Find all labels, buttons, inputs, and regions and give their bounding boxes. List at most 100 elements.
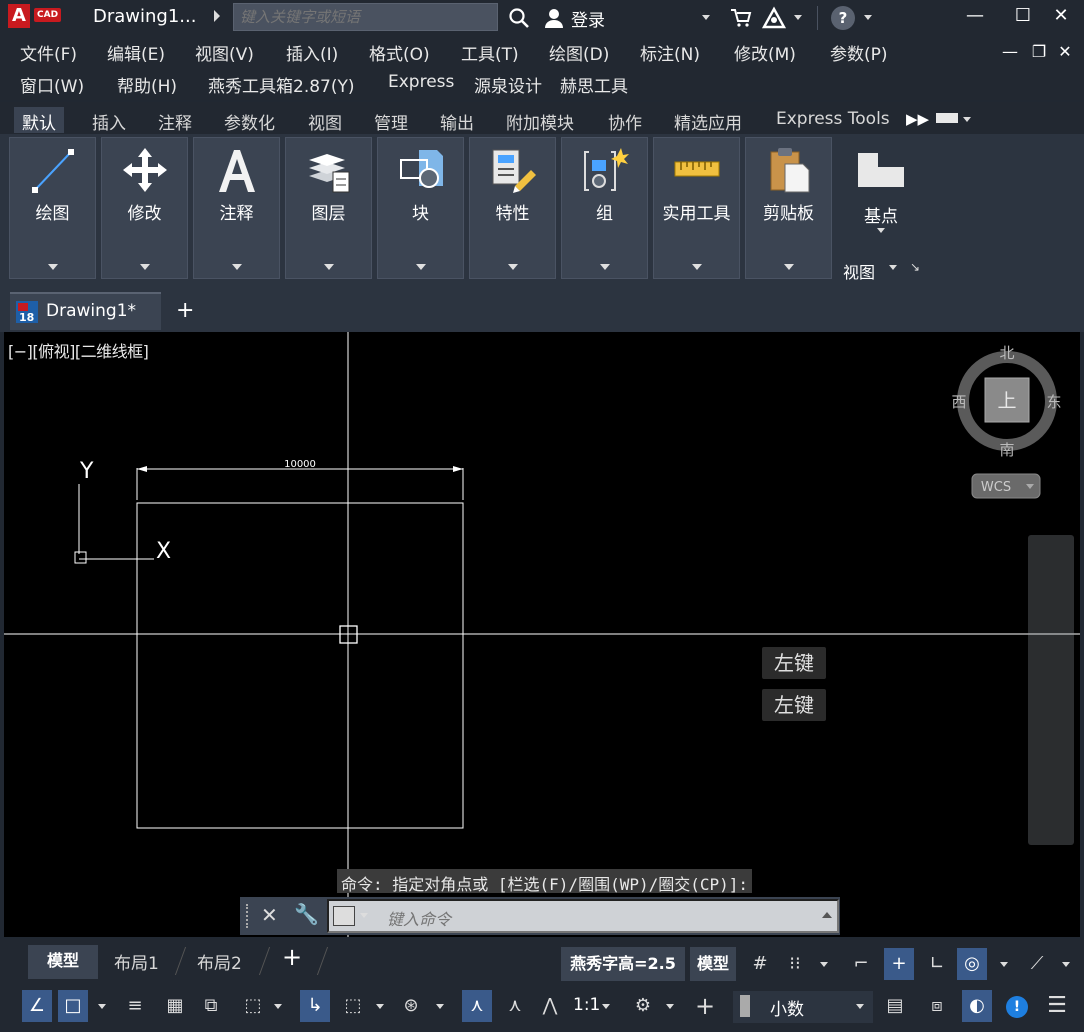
annotation-scale-value[interactable]: 1:1: [573, 995, 600, 1015]
auto-scale-icon[interactable]: ⋏: [500, 990, 530, 1022]
panel-modify-dropdown-icon[interactable]: [139, 264, 150, 270]
doc-close-button[interactable]: ✕: [1050, 40, 1080, 66]
app-logo[interactable]: A CAD: [4, 3, 66, 29]
panel-clipboard-dropdown-icon[interactable]: [783, 264, 794, 270]
title-arrow-icon[interactable]: [214, 10, 220, 22]
view-panel-launcher-icon[interactable]: ↘: [910, 260, 920, 274]
panel-annotate[interactable]: 注释: [193, 137, 280, 279]
tab-express-tools[interactable]: Express Tools: [768, 107, 898, 133]
tab-insert[interactable]: 插入: [84, 107, 134, 134]
panel-properties[interactable]: 特性: [469, 137, 556, 279]
dynamic-ucs-icon[interactable]: ↳: [300, 990, 330, 1022]
menu-edit[interactable]: 编辑(E): [107, 40, 195, 65]
tab-featured-apps[interactable]: 精选应用: [666, 107, 750, 134]
gizmo-dropdown-icon[interactable]: [436, 1004, 444, 1009]
model-space-button[interactable]: 模型: [690, 947, 736, 981]
object-snap-dropdown-icon[interactable]: [98, 1004, 106, 1009]
navigation-bar[interactable]: [1028, 535, 1074, 845]
tab-overflow-icon[interactable]: ▶▶: [906, 110, 929, 128]
polar-icon[interactable]: ◎: [957, 948, 987, 980]
menu-tools[interactable]: 工具(T): [461, 40, 549, 65]
panel-properties-dropdown-icon[interactable]: [507, 264, 518, 270]
snap-dropdown-icon[interactable]: [820, 962, 828, 967]
cart-icon[interactable]: [730, 8, 752, 28]
menu-icon[interactable]: ☰: [1042, 990, 1072, 1022]
isolate-objects-icon[interactable]: ◐: [962, 990, 992, 1022]
a360-dropdown-icon[interactable]: [794, 15, 802, 20]
annotation-monitor-icon[interactable]: +: [690, 990, 720, 1022]
command-history-expand-icon[interactable]: [822, 912, 832, 918]
quick-properties-icon[interactable]: ▤: [880, 990, 910, 1022]
basepoint-dropdown-icon[interactable]: [877, 228, 885, 233]
command-grip-handle[interactable]: [246, 904, 250, 928]
help-dropdown-icon[interactable]: [864, 15, 872, 20]
new-tab-button[interactable]: +: [176, 298, 194, 323]
3d-osnap-dropdown-icon[interactable]: [274, 1004, 282, 1009]
panel-block-dropdown-icon[interactable]: [415, 264, 426, 270]
panel-group-dropdown-icon[interactable]: [599, 264, 610, 270]
command-close-icon[interactable]: ✕: [261, 903, 278, 927]
infer-constraints-icon[interactable]: ⌐: [846, 948, 876, 980]
tab-manage[interactable]: 管理: [366, 107, 416, 134]
menu-view[interactable]: 视图(V): [195, 40, 286, 65]
menu-yuanquan[interactable]: 源泉设计: [474, 72, 560, 97]
minimize-button[interactable]: —: [960, 4, 990, 30]
panel-annotate-dropdown-icon[interactable]: [231, 264, 242, 270]
annotation-visibility-icon[interactable]: ⋏: [462, 990, 492, 1022]
layout-tab-layout2[interactable]: 布局2: [197, 949, 242, 974]
panel-draw[interactable]: 绘图: [9, 137, 96, 279]
transparency-icon[interactable]: ▦: [160, 990, 190, 1022]
tab-collaborate[interactable]: 协作: [600, 107, 650, 134]
gizmo-icon[interactable]: ⊛: [396, 990, 426, 1022]
menu-insert[interactable]: 插入(I): [286, 40, 369, 65]
menu-yanxiu[interactable]: 燕秀工具箱2.87(Y): [208, 72, 388, 97]
tab-annotate[interactable]: 注释: [150, 107, 200, 134]
command-input[interactable]: [327, 899, 839, 933]
panel-utilities-dropdown-icon[interactable]: [691, 264, 702, 270]
menu-window[interactable]: 窗口(W): [20, 72, 117, 97]
lock-ui-icon[interactable]: ⧈: [922, 990, 952, 1022]
tab-view[interactable]: 视图: [300, 107, 350, 134]
tab-default[interactable]: 默认: [14, 107, 64, 134]
ribbon-minimize-icon[interactable]: [936, 113, 958, 123]
menu-modify[interactable]: 修改(M): [734, 40, 830, 65]
viewport-controls-label[interactable]: [−][俯视][二维线框]: [8, 338, 149, 362]
command-prompt-icon[interactable]: [333, 906, 355, 926]
search-icon[interactable]: [507, 6, 531, 30]
doc-minimize-button[interactable]: —: [995, 40, 1025, 66]
selection-cycling-icon[interactable]: ⧉: [196, 990, 226, 1022]
panel-layers-dropdown-icon[interactable]: [323, 264, 334, 270]
menu-draw[interactable]: 绘图(D): [549, 40, 640, 65]
drawing-canvas[interactable]: 10000 Y X 上 北 南 东 西 WCS: [4, 332, 1080, 937]
lineweight-icon[interactable]: ≡: [120, 990, 150, 1022]
menu-dimension[interactable]: 标注(N): [640, 40, 734, 65]
notification-icon[interactable]: !: [1002, 990, 1032, 1022]
help-icon[interactable]: ?: [831, 6, 855, 30]
snap-grid-icon[interactable]: ⁝⁝: [780, 948, 810, 980]
view-panel-dropdown-icon[interactable]: [889, 265, 897, 270]
selection-filter-dropdown-icon[interactable]: [376, 1004, 384, 1009]
panel-utilities[interactable]: 实用工具: [653, 137, 740, 279]
view-panel-label[interactable]: 视图: [843, 259, 875, 283]
annotation-scale-icon[interactable]: ⋀: [535, 990, 565, 1022]
menu-file[interactable]: 文件(F): [20, 40, 107, 65]
menu-format[interactable]: 格式(O): [369, 40, 461, 65]
menu-hesi[interactable]: 赫思工具: [560, 72, 628, 97]
object-snap-tracking-icon[interactable]: ∠: [22, 990, 52, 1022]
layout-tab-model[interactable]: 模型: [28, 945, 98, 979]
layout-tab-layout1[interactable]: 布局1: [114, 949, 159, 974]
ribbon-options-dropdown-icon[interactable]: [963, 117, 971, 122]
panel-basepoint[interactable]: 基点: [838, 137, 923, 279]
tab-parametric[interactable]: 参数化: [216, 107, 283, 134]
grid-icon[interactable]: #: [745, 948, 775, 980]
units-dropdown-icon[interactable]: [856, 1004, 864, 1009]
selection-filter-icon[interactable]: ⬚: [338, 990, 368, 1022]
command-recent-dropdown-icon[interactable]: [360, 913, 368, 918]
maximize-button[interactable]: ☐: [1008, 4, 1038, 30]
add-layout-button[interactable]: +: [282, 943, 302, 971]
isodraft-dropdown-icon[interactable]: [1062, 962, 1070, 967]
workspace-dropdown-icon[interactable]: [666, 1004, 674, 1009]
gear-icon[interactable]: ⚙: [628, 990, 658, 1022]
panel-clipboard[interactable]: 剪贴板: [745, 137, 832, 279]
file-tab-drawing1[interactable]: 18 Drawing1*: [10, 292, 161, 330]
